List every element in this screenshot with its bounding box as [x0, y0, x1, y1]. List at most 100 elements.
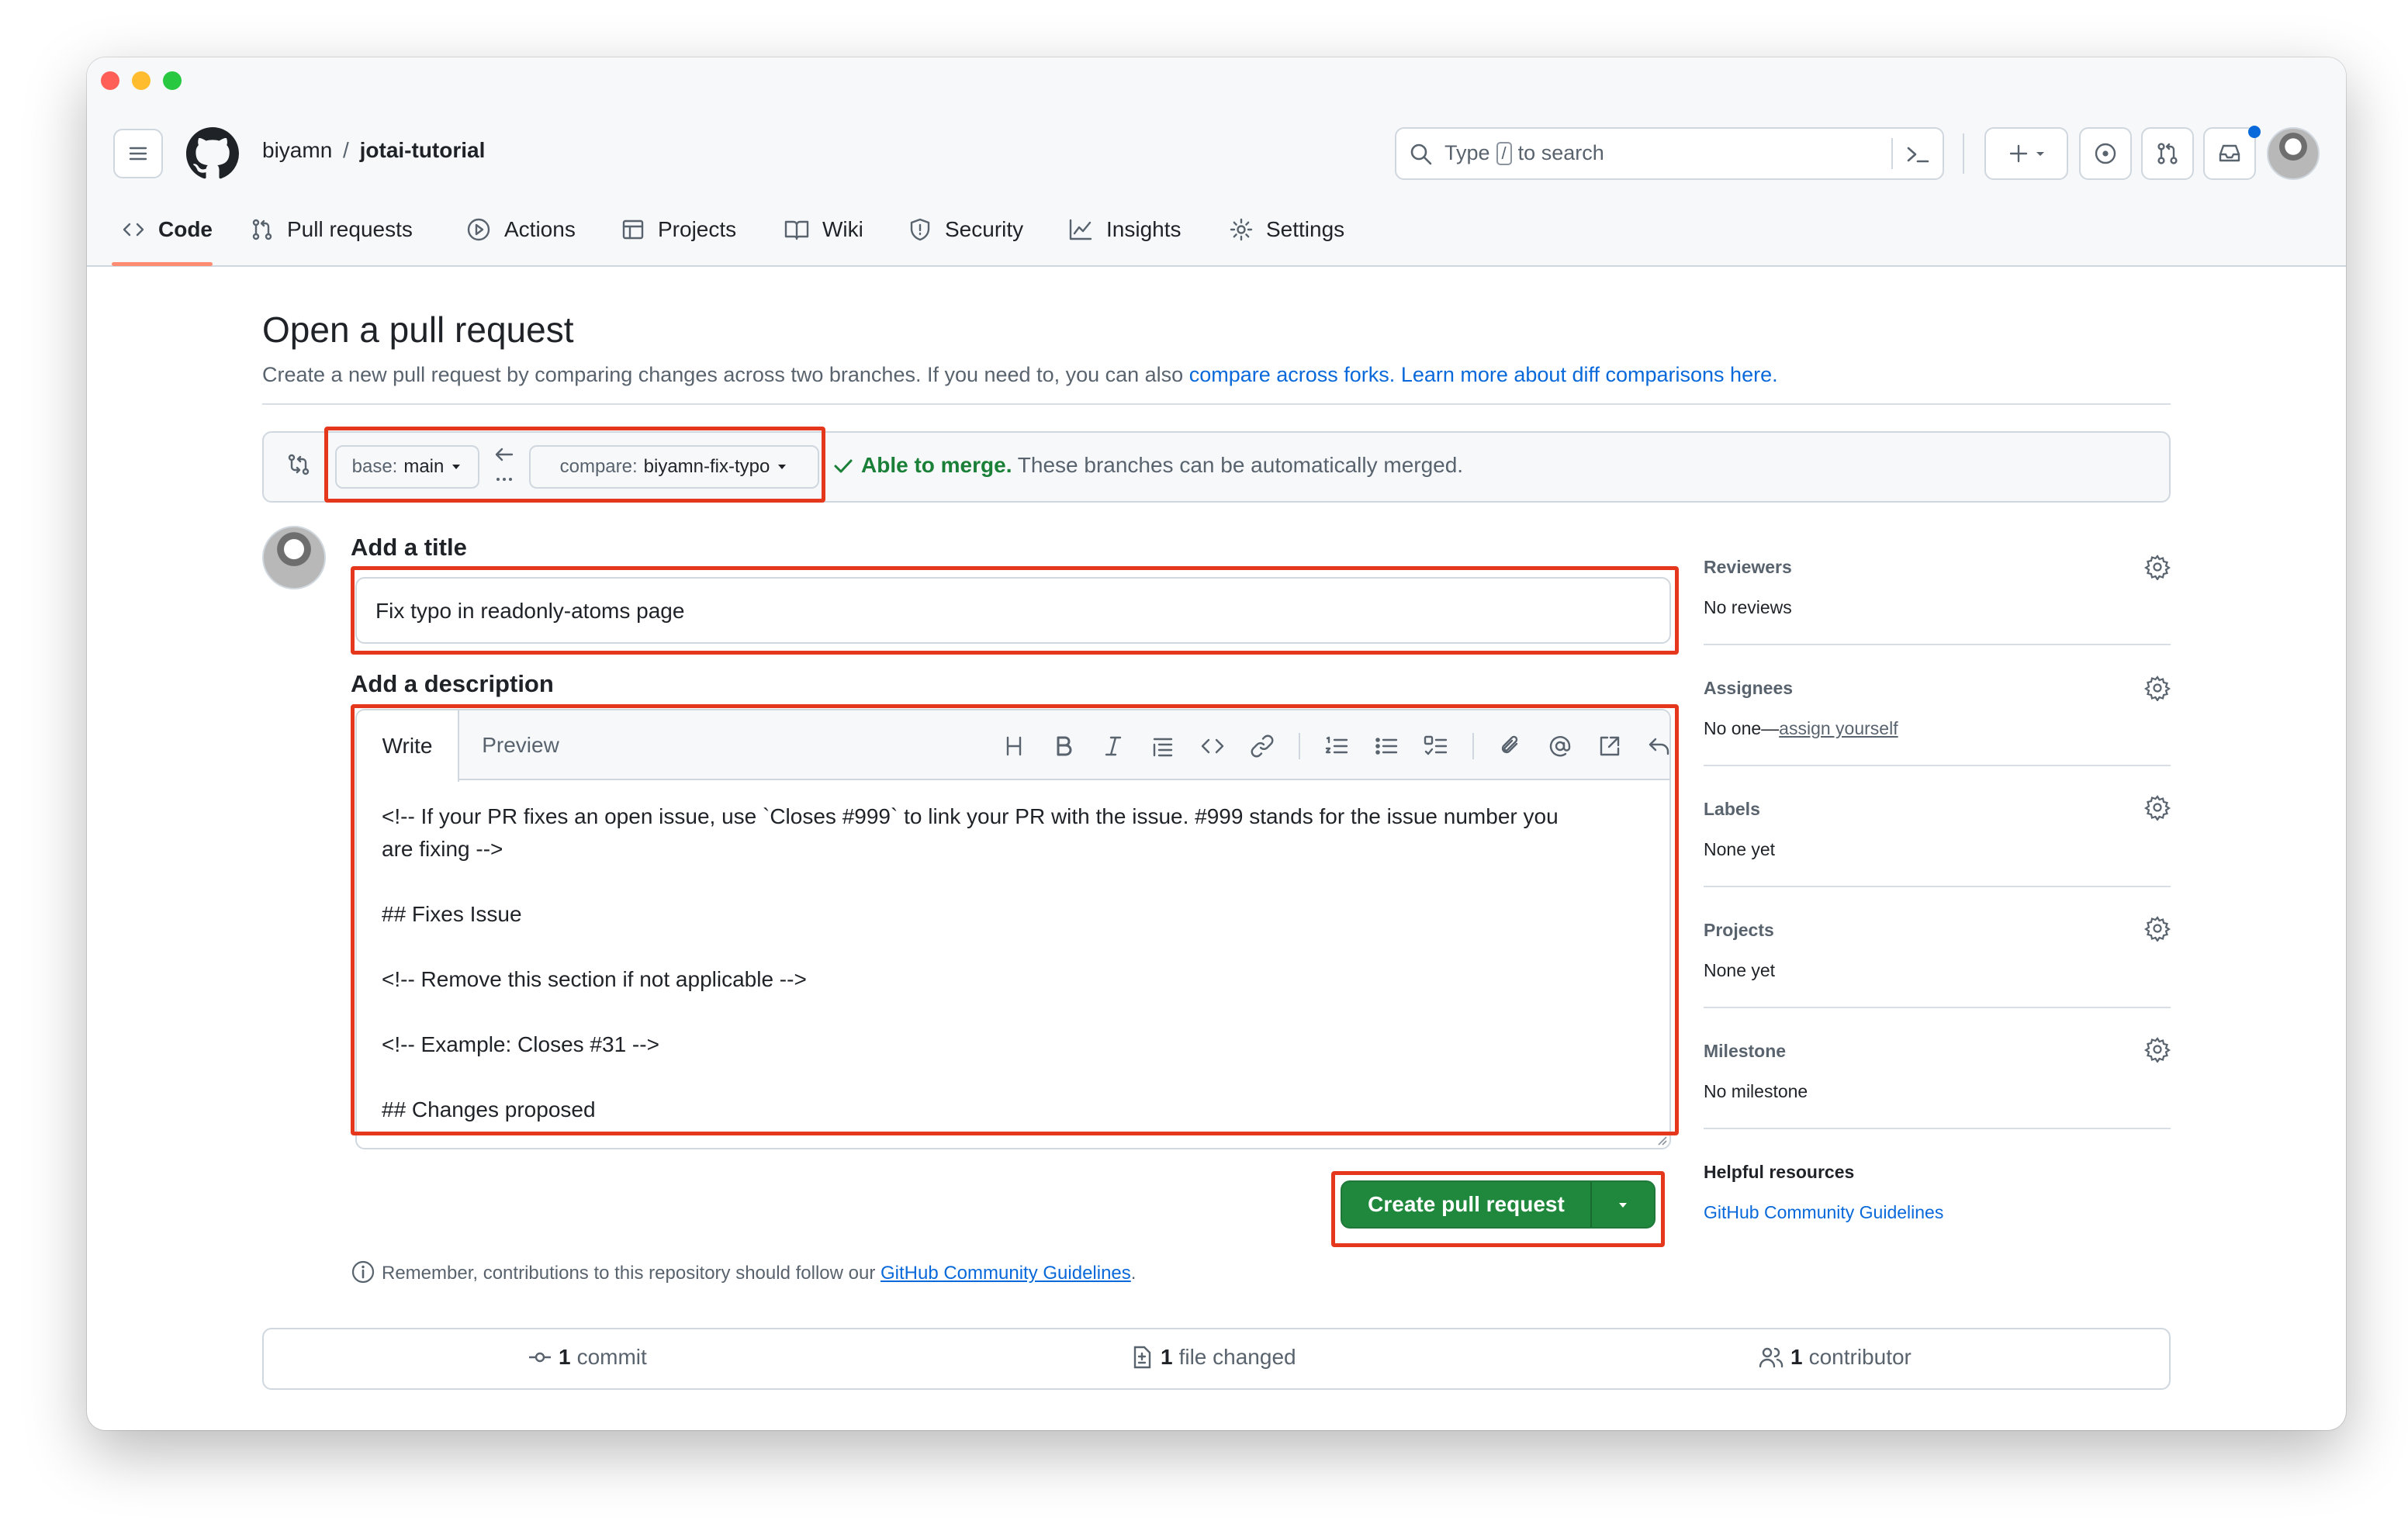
- breadcrumb-separator: /: [343, 138, 349, 162]
- merge-status: Able to merge. These branches can be aut…: [861, 453, 1463, 478]
- minimize-window-button[interactable]: [132, 71, 150, 90]
- labels-value: None yet: [1704, 839, 1776, 859]
- create-new-button[interactable]: [1984, 127, 2068, 180]
- caret-down-icon: [2036, 152, 2044, 156]
- repo-name-link[interactable]: jotai-tutorial: [360, 138, 486, 162]
- resize-handle-icon[interactable]: [1656, 1134, 1668, 1146]
- menu-button[interactable]: [113, 129, 163, 178]
- maximize-window-button[interactable]: [163, 71, 182, 90]
- labels-settings-button[interactable]: [2143, 794, 2171, 824]
- highlight-title: [351, 566, 1679, 655]
- inbox-button[interactable]: [2203, 127, 2256, 180]
- files-count: 1: [1161, 1345, 1173, 1369]
- tab-code[interactable]: Code: [121, 208, 213, 251]
- projects-title: Projects: [1704, 920, 1774, 940]
- guidelines-end: .: [1130, 1263, 1137, 1284]
- github-logo-icon[interactable]: [186, 127, 239, 180]
- tab-projects[interactable]: Projects: [621, 208, 736, 251]
- user-avatar[interactable]: [2267, 127, 2320, 180]
- commits-link[interactable]: 1 commit: [528, 1345, 647, 1370]
- hamburger-icon: [129, 147, 147, 161]
- tab-label: Settings: [1266, 217, 1345, 241]
- gear-icon: [2143, 676, 2171, 703]
- gear-icon: [2143, 555, 2171, 582]
- helpful-guidelines-link[interactable]: GitHub Community Guidelines: [1704, 1202, 1943, 1223]
- active-tab-underline: [112, 262, 213, 266]
- search-input[interactable]: Type / to search: [1395, 127, 1944, 180]
- gear-icon: [2143, 795, 2171, 822]
- files-changed-link[interactable]: 1 file changed: [1130, 1345, 1296, 1370]
- files-label: file changed: [1178, 1345, 1296, 1369]
- play-icon: [467, 218, 490, 241]
- git-commit-icon: [529, 1352, 551, 1363]
- commits-label: commit: [576, 1345, 647, 1369]
- tab-wiki[interactable]: Wiki: [784, 208, 863, 251]
- code-icon: [123, 223, 144, 237]
- assignees-settings-button[interactable]: [2143, 675, 2171, 705]
- compare-forks-link[interactable]: compare across forks.: [1189, 363, 1396, 386]
- assignees-title: Assignees: [1704, 678, 1794, 698]
- gear-icon: [1230, 218, 1253, 241]
- graph-icon: [1069, 219, 1092, 240]
- commits-count: 1: [559, 1345, 571, 1369]
- sidebar-divider: [1704, 644, 2171, 645]
- search-icon: [1410, 143, 1432, 165]
- sidebar-divider: [1704, 1007, 2171, 1008]
- issue-opened-icon: [2095, 143, 2116, 164]
- guidelines-note: Remember, contributions to this reposito…: [382, 1263, 1136, 1284]
- tab-pull-requests[interactable]: Pull requests: [250, 208, 413, 251]
- tab-label: Pull requests: [287, 217, 413, 241]
- check-icon: [834, 459, 853, 473]
- contributors-label: contributor: [1808, 1345, 1912, 1369]
- repo-breadcrumb: biyamn / jotai-tutorial: [262, 138, 485, 163]
- browser-window: biyamn / jotai-tutorial Type / to search: [87, 57, 2346, 1430]
- search-shortcut-key: /: [1496, 141, 1512, 165]
- tab-settings[interactable]: Settings: [1229, 208, 1344, 251]
- gear-icon: [2143, 916, 2171, 943]
- guidelines-text: Remember, contributions to this reposito…: [382, 1263, 876, 1284]
- community-guidelines-link[interactable]: GitHub Community Guidelines: [881, 1263, 1131, 1284]
- projects-settings-button[interactable]: [2143, 915, 2171, 945]
- stats-bar: 1 commit 1 file changed 1 contributor: [262, 1328, 2171, 1390]
- notification-dot: [2248, 126, 2261, 138]
- tab-label: Projects: [658, 217, 737, 241]
- sidebar-divider: [1704, 1128, 2171, 1129]
- assignees-empty: No one—: [1704, 718, 1780, 738]
- milestone-title: Milestone: [1704, 1041, 1787, 1061]
- sidebar-divider: [1704, 886, 2171, 887]
- header-divider: [1963, 133, 1964, 174]
- learn-more-link[interactable]: Learn more about diff comparisons here.: [1401, 363, 1778, 386]
- close-window-button[interactable]: [101, 71, 119, 90]
- info-icon: [351, 1260, 375, 1284]
- repo-header: biyamn / jotai-tutorial Type / to search: [87, 57, 2346, 267]
- git-compare-icon: [288, 454, 310, 475]
- highlight-submit: [1331, 1171, 1665, 1247]
- description-heading: Add a description: [351, 670, 554, 697]
- projects-value: None yet: [1704, 960, 1776, 980]
- reviewers-title: Reviewers: [1704, 557, 1792, 577]
- assignees-value: No one—assign yourself: [1704, 718, 1898, 739]
- highlight-branch-selectors: [324, 427, 825, 503]
- file-diff-icon: [1133, 1346, 1151, 1369]
- assign-yourself-link[interactable]: assign yourself: [1779, 718, 1898, 738]
- title-divider: [262, 403, 2171, 405]
- title-heading: Add a title: [351, 534, 467, 561]
- tab-security[interactable]: Security: [908, 208, 1023, 251]
- reviewers-settings-button[interactable]: [2143, 554, 2171, 584]
- pull-requests-button[interactable]: [2141, 127, 2194, 180]
- issues-button[interactable]: [2079, 127, 2132, 180]
- subtitle-text: Create a new pull request by comparing c…: [262, 363, 1184, 386]
- book-icon: [784, 220, 809, 240]
- tab-actions[interactable]: Actions: [465, 208, 576, 251]
- milestone-settings-button[interactable]: [2143, 1036, 2171, 1066]
- command-palette-icon[interactable]: [1904, 141, 1932, 168]
- tab-label: Security: [945, 217, 1024, 241]
- plus-icon: [2009, 144, 2028, 163]
- tab-insights[interactable]: Insights: [1067, 208, 1182, 251]
- owner-link[interactable]: biyamn: [262, 138, 332, 162]
- contributors-link[interactable]: 1 contributor: [1758, 1345, 1912, 1370]
- table-icon: [622, 219, 644, 240]
- search-divider: [1891, 138, 1893, 169]
- page-subtitle: Create a new pull request by comparing c…: [262, 363, 1778, 387]
- merge-status-text: These branches can be automatically merg…: [1017, 453, 1464, 477]
